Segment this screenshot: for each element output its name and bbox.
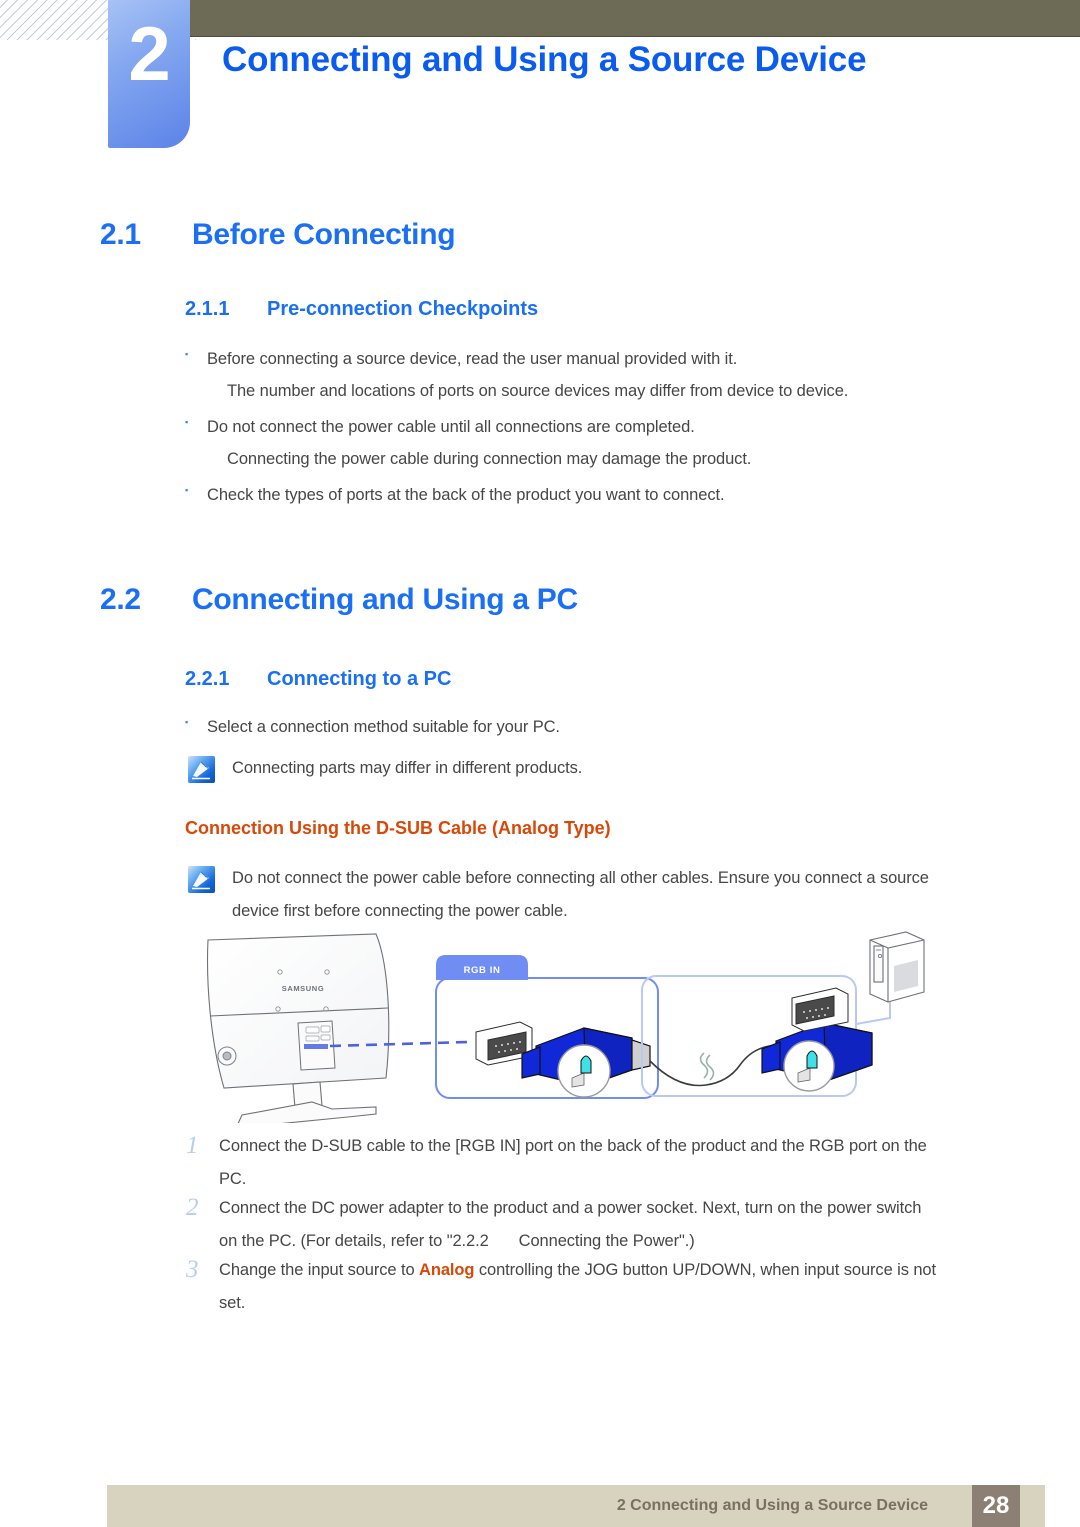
bullet-icon bbox=[185, 479, 207, 503]
page-title: Connecting and Using a Source Device bbox=[222, 40, 867, 79]
list-item: Before connecting a source device, read … bbox=[185, 343, 1015, 376]
chapter-number: 2 bbox=[128, 12, 170, 97]
section-heading-2-2: 2.2 Connecting and Using a PC bbox=[100, 583, 578, 617]
list-item-label: Do not connect the power cable until all… bbox=[207, 418, 695, 436]
cable-break-symbol bbox=[699, 1052, 715, 1081]
manual-page: 2 Connecting and Using a Source Device 2… bbox=[0, 0, 1080, 1527]
step-text: Change the input source to Analog contro… bbox=[219, 1254, 936, 1320]
note-text-line-2: device first before connecting the power… bbox=[232, 902, 568, 920]
note-pen-icon bbox=[188, 866, 215, 893]
thumbscrew-magnifier-right bbox=[783, 1040, 835, 1092]
step-item: 2 Connect the DC power adapter to the pr… bbox=[186, 1192, 1016, 1258]
step-text: Connect the D-SUB cable to the [RGB IN] … bbox=[219, 1130, 927, 1196]
dsub-connection-heading: Connection Using the D-SUB Cable (Analog… bbox=[185, 818, 611, 838]
rgb-in-label: RGB IN bbox=[464, 965, 501, 976]
monitor-brand-label: SAMSUNG bbox=[282, 984, 325, 993]
subsection-number-2-2-1: 2.2.1 bbox=[185, 668, 230, 690]
section-number-2-1: 2.1 bbox=[100, 218, 141, 251]
footer-chapter-label: 2 Connecting and Using a Source Device bbox=[616, 1497, 928, 1514]
list-item: Check the types of ports at the back of … bbox=[185, 479, 1015, 512]
step-number: 2 bbox=[186, 1194, 199, 1221]
list-item-label: Select a connection method suitable for … bbox=[207, 718, 560, 736]
step-text-line-2: PC. bbox=[219, 1170, 247, 1188]
list-item-detail: The number and locations of ports on sou… bbox=[227, 382, 849, 400]
section-heading-2-1: 2.1 Before Connecting bbox=[100, 218, 456, 252]
list-item-detail: Connecting the power cable during connec… bbox=[227, 450, 752, 468]
analog-highlight: Analog bbox=[419, 1261, 475, 1279]
step-text-line-2: set. bbox=[219, 1294, 246, 1312]
header-olive-bar bbox=[190, 0, 1080, 37]
subsection-number-2-1-1: 2.1.1 bbox=[185, 298, 230, 320]
step-text-line-1: Connect the D-SUB cable to the [RGB IN] … bbox=[219, 1137, 927, 1155]
subsection-title-2-1-1: Pre-connection Checkpoints bbox=[267, 298, 539, 320]
note-block: Connecting parts may differ in different… bbox=[188, 752, 1008, 785]
section-number-2-2: 2.2 bbox=[100, 583, 141, 616]
subsection-title-2-2-1: Connecting to a PC bbox=[267, 668, 452, 690]
page-number: 28 bbox=[972, 1485, 1020, 1527]
step-item: 3 Change the input source to Analog cont… bbox=[186, 1254, 1016, 1320]
monitor-illustration bbox=[206, 933, 390, 1089]
note-block: Do not connect the power cable before co… bbox=[188, 862, 1018, 928]
dsub-plug-gray-right bbox=[791, 987, 849, 1032]
step-text-line-2-pre: on the PC. (For details, refer to "2.2.2 bbox=[219, 1232, 489, 1250]
bullet-icon bbox=[185, 711, 207, 735]
subsection-heading-2-1-1: 2.1.1 Pre-connection Checkpoints bbox=[185, 298, 538, 321]
dsub-cable bbox=[649, 1044, 781, 1087]
note-pen-icon bbox=[188, 756, 215, 783]
section-title-2-2: Connecting and Using a PC bbox=[192, 583, 578, 616]
step-number: 3 bbox=[186, 1256, 199, 1283]
note-text-line-1: Do not connect the power cable before co… bbox=[232, 869, 929, 887]
chapter-number-badge: 2 bbox=[108, 0, 190, 148]
step-text-line-1: Connect the DC power adapter to the prod… bbox=[219, 1199, 922, 1217]
step-text-line-2-post: Connecting the Power".) bbox=[518, 1232, 695, 1250]
step-text-line-1-pre: Change the input source to bbox=[219, 1261, 420, 1279]
list-item: Do not connect the power cable until all… bbox=[185, 411, 1015, 444]
thumbscrew-magnifier-left bbox=[557, 1044, 611, 1098]
step-number: 1 bbox=[186, 1132, 199, 1159]
step-text: Connect the DC power adapter to the prod… bbox=[219, 1192, 921, 1258]
list-item: Select a connection method suitable for … bbox=[185, 711, 1015, 744]
note-text: Connecting parts may differ in different… bbox=[232, 759, 583, 777]
bullet-icon bbox=[185, 411, 207, 435]
list-item-label: Check the types of ports at the back of … bbox=[207, 486, 725, 504]
subsection-heading-2-2-1: 2.2.1 Connecting to a PC bbox=[185, 668, 451, 691]
pc-callout-connector-line bbox=[855, 1002, 891, 1025]
dsub-connection-figure: SAMSUNG RGB IN bbox=[180, 928, 960, 1129]
list-item-label: Before connecting a source device, read … bbox=[207, 350, 738, 368]
section-title-2-1: Before Connecting bbox=[192, 218, 456, 251]
note-text-wrap: Do not connect the power cable before co… bbox=[232, 862, 929, 928]
bullet-icon bbox=[185, 343, 207, 367]
step-text-line-1-post: controlling the JOG button UP/DOWN, when… bbox=[474, 1261, 936, 1279]
step-item: 1 Connect the D-SUB cable to the [RGB IN… bbox=[186, 1130, 1016, 1196]
